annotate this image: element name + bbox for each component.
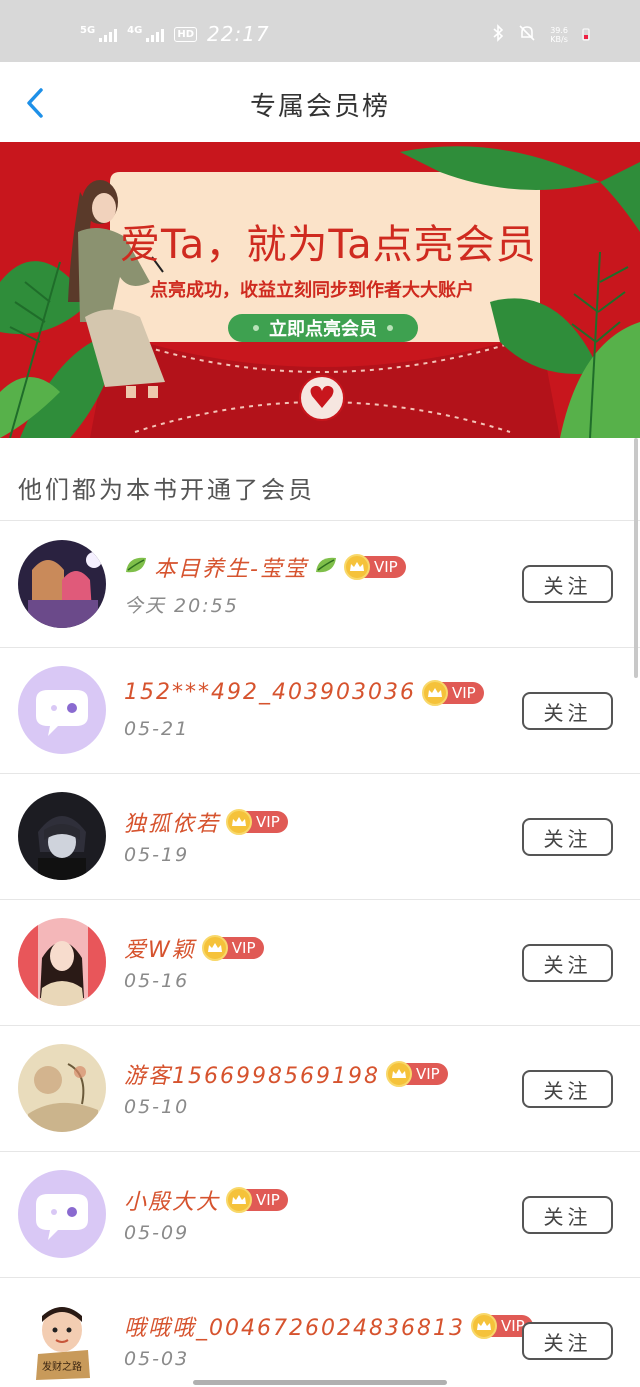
member-row[interactable]: 独孤依若 VIP 05-19 关注 — [0, 774, 640, 900]
signal-5g-label: 5G — [80, 25, 96, 36]
vip-badge: VIP — [385, 1061, 448, 1087]
avatar[interactable] — [18, 918, 106, 1006]
member-name[interactable]: 游客1566998569198 — [124, 1058, 380, 1090]
status-left: 5G 4G HD 22:17 — [80, 22, 270, 46]
leaf-icon — [124, 554, 148, 580]
vip-badge: VIP — [421, 679, 484, 706]
crown-icon — [421, 679, 448, 706]
page-title: 专属会员榜 — [249, 92, 390, 122]
status-bar: 5G 4G HD 22:17 39.6 KB/s — [0, 0, 640, 62]
crown-icon — [343, 554, 370, 580]
member-name-line: 哦哦哦_004672602483681​3 VIP — [124, 1310, 533, 1342]
member-row[interactable]: 爱W颖 VIP 05-16 关注 — [0, 900, 640, 1026]
vip-label: VIP — [405, 1063, 448, 1085]
member-name[interactable]: 独孤依若 — [124, 806, 220, 838]
avatar[interactable] — [18, 540, 106, 628]
banner-subtitle: 点亮成功，收益立刻同步到作者大大账户 — [150, 280, 474, 301]
member-name-line: 152***492_403903036 VIP — [124, 679, 484, 706]
crown-icon — [226, 809, 253, 835]
crown-icon — [470, 1313, 497, 1339]
member-date: 05-21 — [124, 718, 190, 740]
member-name-line: 小殷大大 VIP — [124, 1184, 288, 1216]
member-name[interactable]: 哦哦哦_004672602483681​3 — [124, 1310, 465, 1342]
svg-text:发财之路: 发财之路 — [42, 1360, 82, 1373]
clock: 22:17 — [207, 22, 270, 46]
avatar[interactable] — [18, 792, 106, 880]
net-speed-value: 39.6 — [550, 26, 568, 35]
member-row[interactable]: 152***492_403903036 VIP 05-21 关注 — [0, 648, 640, 774]
vip-label: VIP — [246, 1189, 288, 1211]
crown-icon — [201, 935, 228, 961]
net-speed-unit: KB/s — [550, 35, 568, 44]
member-row[interactable]: 发财之路 哦哦哦_004672602483681​3 VIP 05-03 关注 — [0, 1278, 640, 1387]
follow-button[interactable]: 关注 — [522, 944, 613, 982]
crown-icon — [226, 1187, 253, 1213]
member-name-line: 爱W颖 VIP — [124, 932, 264, 964]
home-indicator[interactable] — [193, 1380, 447, 1385]
signal-4g-label: 4G — [127, 25, 143, 36]
default-chat-avatar-icon — [18, 666, 106, 754]
member-name[interactable]: 本目养生-莹莹 — [154, 551, 308, 583]
member-date: 05-10 — [124, 1096, 190, 1118]
signal-5g-icon: 5G — [80, 25, 118, 42]
bluetooth-icon — [492, 24, 504, 46]
member-date: 05-19 — [124, 844, 190, 866]
default-chat-avatar-icon — [18, 1170, 106, 1258]
avatar[interactable] — [18, 1170, 106, 1258]
mute-bell-icon — [518, 24, 536, 46]
member-date: 05-03 — [124, 1348, 190, 1370]
member-name[interactable]: 小殷大大 — [124, 1184, 220, 1216]
activate-vip-button[interactable]: 立即点亮会员 — [228, 314, 418, 342]
follow-button[interactable]: 关注 — [522, 1070, 613, 1108]
signal-4g-icon: 4G — [127, 25, 165, 42]
member-name-line: 游客1566998569198 VIP — [124, 1058, 448, 1090]
vip-badge: VIP — [343, 554, 406, 580]
vip-label: VIP — [363, 556, 406, 578]
member-date: 05-16 — [124, 970, 190, 992]
leaf-icon — [314, 554, 338, 580]
member-name[interactable]: 爱W颖 — [124, 932, 196, 964]
vip-badge: VIP — [226, 809, 288, 835]
member-name-line: 本目养生-莹莹 VIP — [124, 551, 406, 583]
avatar[interactable] — [18, 666, 106, 754]
member-row[interactable]: 小殷大大 VIP 05-09 关注 — [0, 1152, 640, 1278]
avatar[interactable]: 发财之路 — [18, 1296, 106, 1384]
vip-label: VIP — [246, 811, 288, 833]
follow-button[interactable]: 关注 — [522, 1196, 613, 1234]
member-name[interactable]: 152***492_403903036 — [124, 680, 416, 705]
cta-dot-right — [387, 325, 393, 331]
nav-bar: 专属会员榜 — [0, 62, 640, 140]
status-right: 39.6 KB/s — [492, 24, 590, 46]
vip-badge: VIP — [201, 935, 264, 961]
follow-button[interactable]: 关注 — [522, 565, 613, 603]
avatar[interactable] — [18, 1044, 106, 1132]
section-title: 他们都为本书开通了会员 — [18, 476, 315, 504]
vip-label: VIP — [441, 681, 484, 704]
scrollbar[interactable] — [634, 438, 638, 678]
member-name-line: 独孤依若 VIP — [124, 806, 288, 838]
cta-dot-left — [253, 325, 259, 331]
banner-headline: 爱Ta，就为Ta点亮会员 — [120, 222, 537, 268]
member-row[interactable]: 游客1566998569198 VIP 05-10 关注 — [0, 1026, 640, 1152]
member-row[interactable]: 本目养生-莹莹 VIP 今天 20:55 关注 — [0, 521, 640, 647]
follow-button[interactable]: 关注 — [522, 818, 613, 856]
vip-badge: VIP — [226, 1187, 288, 1213]
net-speed: 39.6 KB/s — [550, 26, 568, 44]
vip-label: VIP — [221, 937, 264, 959]
activate-vip-label: 立即点亮会员 — [269, 319, 377, 340]
follow-button[interactable]: 关注 — [522, 692, 613, 730]
battery-icon — [582, 26, 590, 45]
crown-icon — [385, 1061, 412, 1087]
follow-button[interactable]: 关注 — [522, 1322, 613, 1360]
vip-promo-banner[interactable]: 爱Ta，就为Ta点亮会员 点亮成功，收益立刻同步到作者大大账户 立即点亮会员 — [0, 142, 640, 438]
member-date: 05-09 — [124, 1222, 190, 1244]
hd-voice-icon: HD — [174, 26, 198, 42]
member-date: 今天 20:55 — [124, 595, 239, 617]
